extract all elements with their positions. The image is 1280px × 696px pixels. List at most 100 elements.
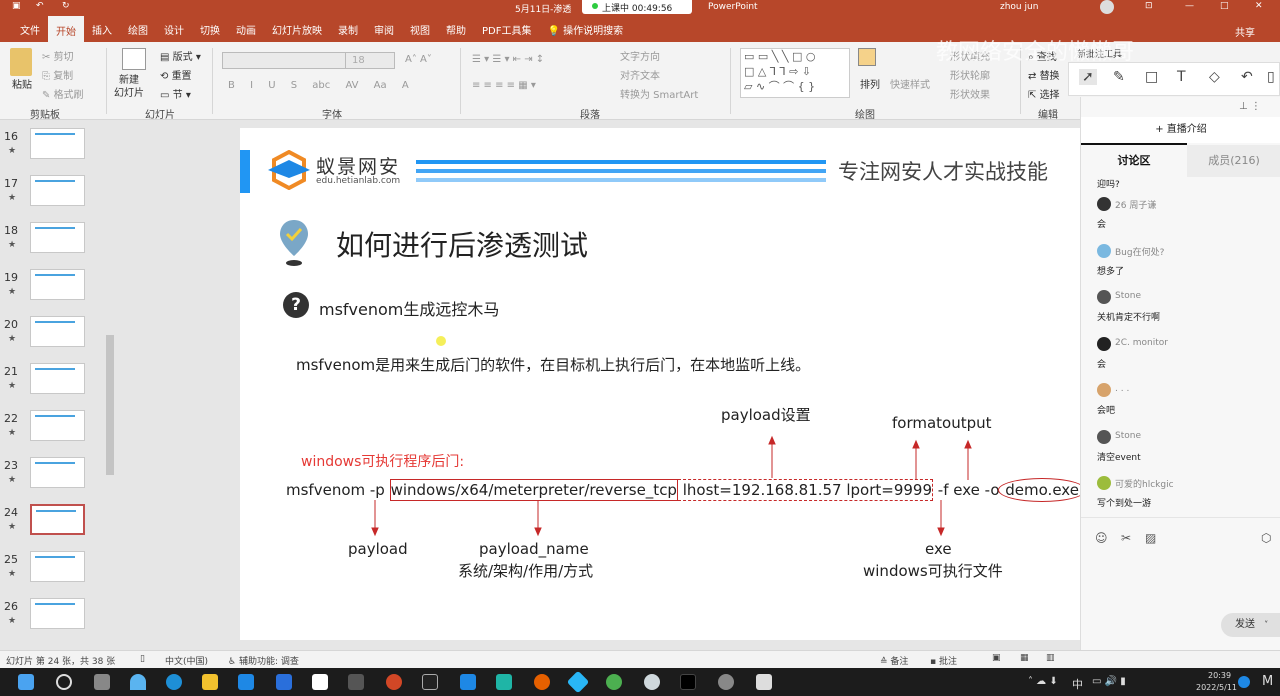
tab-record[interactable]: 录制: [330, 17, 366, 42]
desktop-icon[interactable]: M: [1262, 674, 1273, 689]
chrome-icon[interactable]: [606, 674, 622, 690]
tab-pdf-tools[interactable]: PDF工具集: [474, 17, 539, 42]
pin-icon[interactable]: ⊥ ⋮: [1239, 101, 1261, 112]
thumbnail-image[interactable]: [30, 222, 85, 253]
align-buttons[interactable]: ≡ ≡ ≡ ≡ ▦ ▾: [472, 80, 536, 91]
slide-thumbnail[interactable]: 22 ★: [0, 410, 110, 450]
normal-view-icon[interactable]: ▣: [992, 653, 1001, 663]
cloud-app-icon[interactable]: [312, 674, 328, 690]
smartart-button[interactable]: 转换为 SmartArt: [620, 86, 698, 101]
firefox-icon[interactable]: [534, 674, 550, 690]
thumbnail-image[interactable]: [30, 128, 85, 159]
task-view-icon[interactable]: [94, 674, 110, 690]
search-box[interactable]: 💡 操作说明搜索: [539, 17, 631, 42]
ime-indicator[interactable]: 中: [1072, 676, 1083, 692]
redo-icon[interactable]: ↻: [62, 1, 70, 11]
avatar[interactable]: [1097, 429, 1111, 444]
slide-canvas[interactable]: 蚁景网安 edu.hetianlab.com 专注网安人才实战技能 如何进行后渗…: [240, 128, 1086, 640]
slide-thumbnail[interactable]: 18 ★: [0, 222, 110, 262]
list-buttons[interactable]: ☰ ▾ ☰ ▾ ⇤ ⇥ ↕: [472, 54, 544, 65]
shape-outline-button[interactable]: 形状轮廓: [950, 67, 990, 82]
cut-button[interactable]: ✂ 剪切: [42, 48, 74, 63]
slide-thumbnail[interactable]: 24 ★: [0, 504, 110, 544]
slide-thumbnail[interactable]: 16 ★: [0, 128, 110, 168]
app-icon[interactable]: [718, 674, 734, 690]
text-tool-icon[interactable]: T: [1177, 69, 1186, 85]
avatar[interactable]: [1100, 0, 1114, 14]
share-button[interactable]: 共享: [1235, 24, 1255, 39]
app-icon[interactable]: [496, 674, 512, 690]
clock-time[interactable]: 20:39: [1208, 671, 1231, 680]
thumbnail-image[interactable]: [30, 363, 85, 394]
thumbnail-image[interactable]: [30, 316, 85, 347]
shapes-gallery[interactable]: ▭ ▭ ╲ ╲ □ ○ □ △ ⅂ ⅂ ⇨ ⇩ ▱ ∿ ⌒ ⌒ { }: [740, 48, 850, 98]
pen-tool-icon[interactable]: ✎: [1113, 69, 1125, 85]
minimize-button[interactable]: —: [1185, 1, 1194, 11]
tab-view[interactable]: 视图: [402, 17, 438, 42]
accessibility-button[interactable]: ♿ 辅助功能: 调查: [228, 654, 299, 667]
font-name-input[interactable]: [222, 52, 362, 69]
vmware-icon[interactable]: [460, 674, 476, 690]
copy-button[interactable]: ⎘ 复制: [42, 67, 73, 82]
tray-icons[interactable]: ˄ ☁ ⬇: [1028, 676, 1058, 687]
delete-tool-icon[interactable]: ▯: [1267, 69, 1275, 85]
terminal-app-icon[interactable]: [348, 674, 364, 690]
tab-members[interactable]: 成员(216): [1187, 145, 1280, 177]
file-explorer-icon[interactable]: [202, 674, 218, 690]
avatar[interactable]: [1097, 243, 1111, 258]
start-icon[interactable]: [18, 674, 34, 690]
tab-design[interactable]: 设计: [156, 17, 192, 42]
avatar[interactable]: [1097, 197, 1111, 211]
thumbnail-scrollbar[interactable]: [105, 125, 115, 645]
thumbnail-image[interactable]: [30, 175, 85, 206]
paste-button[interactable]: 粘贴: [12, 76, 32, 91]
thumbnail-image[interactable]: [30, 457, 85, 488]
layout-button[interactable]: ▤ 版式 ▾: [160, 48, 201, 63]
tab-file[interactable]: 文件: [12, 17, 48, 42]
thumbnail-image[interactable]: [30, 504, 85, 535]
undo-tool-icon[interactable]: ↶: [1241, 69, 1253, 85]
avatar[interactable]: [1097, 336, 1111, 351]
language-indicator[interactable]: 中文(中国): [165, 654, 208, 667]
notes-button[interactable]: ≙ 备注: [880, 654, 908, 667]
feishu-icon[interactable]: [276, 674, 292, 690]
arrange-icon[interactable]: [858, 48, 876, 66]
tab-discussion[interactable]: 讨论区: [1081, 145, 1187, 177]
shape-effects-button[interactable]: 形状效果: [950, 86, 990, 101]
tab-slideshow[interactable]: 幻灯片放映: [264, 17, 330, 42]
cmd-icon[interactable]: [422, 674, 438, 690]
chevron-down-icon[interactable]: ˅: [1264, 620, 1268, 629]
slide-thumbnail[interactable]: 25 ★: [0, 551, 110, 591]
font-size-input[interactable]: 18: [345, 52, 395, 69]
avatar[interactable]: [1097, 290, 1111, 304]
avatar[interactable]: [1097, 383, 1111, 397]
app-icon[interactable]: [756, 674, 772, 690]
app-icon[interactable]: [566, 670, 590, 694]
replace-button[interactable]: ⇄ 替换: [1028, 67, 1060, 82]
undo-icon[interactable]: ↶: [36, 1, 44, 11]
tab-draw[interactable]: 绘图: [120, 17, 156, 42]
save-icon[interactable]: ▣: [12, 1, 21, 11]
app-icon[interactable]: [644, 674, 660, 690]
slide-thumbnail[interactable]: 20 ★: [0, 316, 110, 356]
thumbnail-image[interactable]: [30, 269, 85, 300]
thumbnail-image[interactable]: [30, 410, 85, 441]
quick-styles-button[interactable]: 快速样式: [890, 76, 930, 91]
reset-button[interactable]: ⟲ 重置: [160, 67, 192, 82]
new-slide-button[interactable]: 新建 幻灯片: [114, 74, 144, 100]
rectangle-tool-icon[interactable]: □: [1145, 69, 1158, 85]
comments-button[interactable]: ▪ 批注: [930, 654, 957, 667]
slide-thumbnail[interactable]: 26 ★: [0, 598, 110, 638]
font-format-buttons[interactable]: B I U S abc AV Aa A: [228, 80, 409, 91]
edge-icon[interactable]: [166, 674, 182, 690]
pointer-tool-icon[interactable]: ➚: [1079, 69, 1097, 85]
live-timer[interactable]: 上课中 00:49:56: [582, 0, 692, 14]
tab-animations[interactable]: 动画: [228, 17, 264, 42]
notification-icon[interactable]: [1238, 676, 1250, 688]
avatar[interactable]: [1097, 476, 1111, 490]
slide-thumbnail[interactable]: 23 ★: [0, 457, 110, 497]
tab-review[interactable]: 审阅: [366, 17, 402, 42]
image-icon[interactable]: ▨: [1145, 531, 1156, 545]
network-volume-icons[interactable]: ▭ 🔊 ▮: [1092, 676, 1126, 687]
thumbnail-image[interactable]: [30, 551, 85, 582]
